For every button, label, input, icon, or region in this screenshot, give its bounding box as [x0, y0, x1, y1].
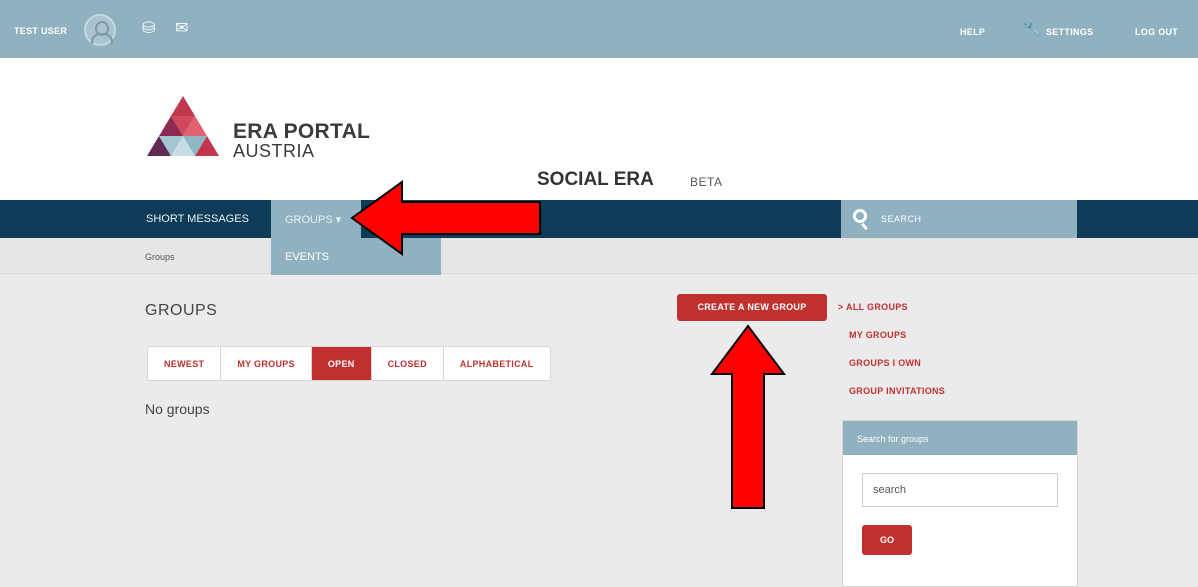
tab-closed[interactable]: CLOSED — [372, 347, 444, 380]
tab-alphabetical[interactable]: ALPHABETICAL — [444, 347, 550, 380]
link-all-groups[interactable]: > ALL GROUPS — [838, 302, 908, 312]
wrench-icon: 🔧 — [1022, 21, 1042, 38]
settings-link[interactable]: SETTINGS — [1046, 27, 1093, 37]
tab-newest[interactable]: NEWEST — [148, 347, 222, 380]
user-avatar-icon[interactable] — [84, 14, 116, 46]
nav-search[interactable]: SEARCH — [841, 200, 1077, 238]
annotation-arrow-up — [710, 324, 786, 509]
empty-state-text: No groups — [145, 401, 210, 417]
username[interactable]: TEST USER — [14, 26, 67, 36]
go-button[interactable]: GO — [862, 525, 912, 555]
help-link[interactable]: HELP — [960, 27, 985, 37]
group-search-header: Search for groups — [843, 421, 1077, 455]
logout-link[interactable]: LOG OUT — [1135, 27, 1178, 37]
nav-short-messages[interactable]: SHORT MESSAGES — [146, 213, 249, 225]
nav-search-label: SEARCH — [881, 214, 922, 224]
dropdown-item-events[interactable]: EVENTS — [285, 251, 329, 263]
annotation-arrow-left — [350, 180, 541, 256]
link-my-groups[interactable]: MY GROUPS — [849, 330, 907, 340]
link-groups-i-own[interactable]: GROUPS I OWN — [849, 358, 921, 368]
group-search-panel: Search for groups search GO — [842, 420, 1078, 587]
breadcrumb[interactable]: Groups — [145, 252, 175, 262]
tab-my-groups[interactable]: MY GROUPS — [221, 347, 312, 380]
site-title: SOCIAL ERA — [537, 169, 654, 190]
top-bar: TEST USER ⛁ ✉ HELP 🔧 SETTINGS LOG OUT — [0, 0, 1198, 58]
page-title: GROUPS — [145, 302, 218, 319]
beta-badge: BETA — [690, 175, 723, 189]
group-search-input[interactable]: search — [862, 473, 1058, 507]
envelope-icon[interactable]: ✉ — [175, 21, 188, 37]
main-nav: SHORT MESSAGES GROUPS ▾ SEARCH — [0, 200, 1198, 238]
create-group-button[interactable]: CREATE A NEW GROUP — [677, 294, 827, 321]
group-filter-tabs: NEWEST MY GROUPS OPEN CLOSED ALPHABETICA… — [147, 346, 551, 381]
link-group-invitations[interactable]: GROUP INVITATIONS — [849, 386, 945, 396]
breadcrumb-bar — [0, 238, 1198, 274]
nav-groups[interactable]: GROUPS ▾ — [271, 200, 361, 238]
search-icon — [853, 209, 867, 223]
brand-subtitle: AUSTRIA — [233, 141, 315, 161]
era-portal-logo[interactable] — [143, 96, 223, 162]
handshake-icon[interactable]: ⛁ — [142, 21, 155, 37]
nav-groups-label: GROUPS ▾ — [285, 214, 342, 226]
tab-open[interactable]: OPEN — [311, 347, 372, 380]
